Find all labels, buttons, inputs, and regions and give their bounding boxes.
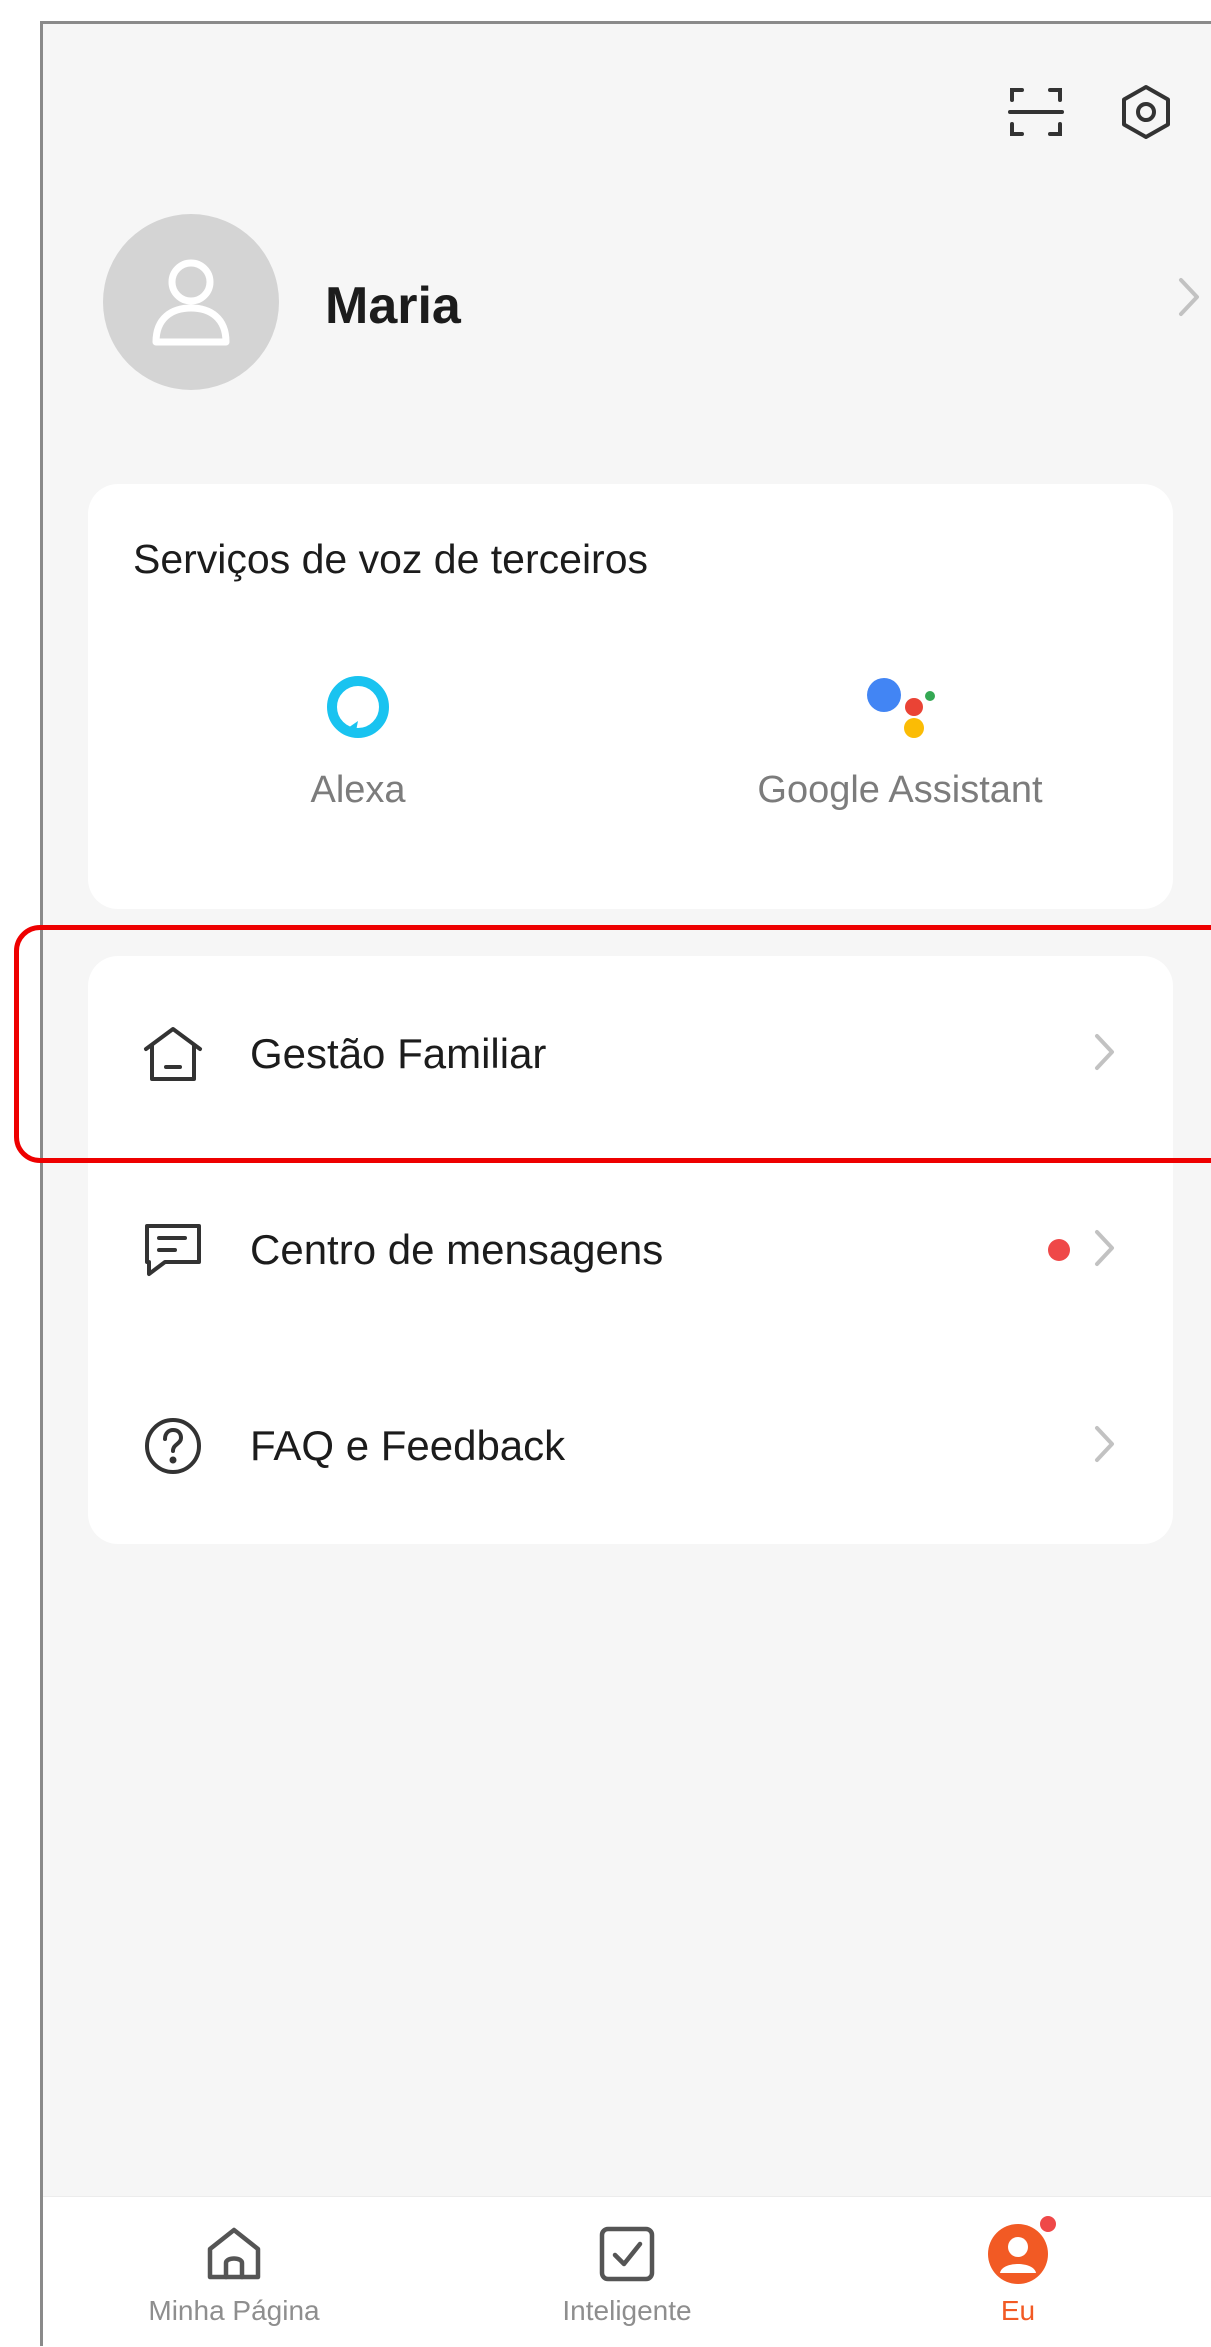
chevron-right-icon <box>1090 1030 1118 1079</box>
bottom-tab-bar: Minha Página Inteligente Eu <box>43 2196 1211 2346</box>
chevron-right-icon <box>1090 1226 1118 1275</box>
tab-inteligente[interactable]: Inteligente <box>477 2197 777 2347</box>
google-assistant-label: Google Assistant <box>757 769 1043 811</box>
help-circle-icon <box>138 1411 208 1481</box>
app-screen: Maria Serviços de voz de terceiros Alexa <box>40 21 1211 2346</box>
chevron-right-icon <box>1090 1422 1118 1471</box>
avatar <box>103 214 279 390</box>
notification-badge <box>1048 1239 1070 1261</box>
tab-label: Minha Página <box>148 2295 320 2326</box>
profile-row[interactable]: Maria <box>103 214 1203 394</box>
menu-item-faq-feedback[interactable]: FAQ e Feedback <box>88 1348 1173 1544</box>
chevron-right-icon <box>1173 274 1203 325</box>
message-icon <box>138 1215 208 1285</box>
menu-item-label: Gestão Familiar <box>250 1030 547 1077</box>
alexa-label: Alexa <box>310 769 406 811</box>
home-tab-icon <box>199 2219 269 2289</box>
settings-icon[interactable] <box>1113 79 1179 145</box>
tab-label: Inteligente <box>562 2295 692 2326</box>
profile-tab-icon <box>983 2213 1059 2289</box>
menu-item-label: FAQ e Feedback <box>250 1422 566 1469</box>
menu-item-message-center[interactable]: Centro de mensagens <box>88 1152 1173 1348</box>
google-assistant-icon <box>864 674 936 745</box>
google-assistant-service[interactable]: Google Assistant <box>700 674 1100 844</box>
scan-icon[interactable] <box>1003 79 1069 145</box>
menu-card: Gestão Familiar Centro de mensagens FAQ … <box>88 956 1173 1544</box>
voice-services-title: Serviços de voz de terceiros <box>133 536 649 582</box>
checkbox-tab-icon <box>592 2219 662 2289</box>
menu-item-label: Centro de mensagens <box>250 1226 664 1273</box>
voice-services-card: Serviços de voz de terceiros Alexa Googl… <box>88 484 1173 909</box>
menu-item-family-management[interactable]: Gestão Familiar <box>88 956 1173 1152</box>
tab-label: Eu <box>1000 2295 1036 2326</box>
profile-name: Maria <box>325 277 461 335</box>
tab-minha-pagina[interactable]: Minha Página <box>84 2197 384 2347</box>
alexa-service[interactable]: Alexa <box>158 674 558 844</box>
notification-badge <box>1037 2213 1059 2235</box>
home-icon <box>138 1019 208 1089</box>
alexa-icon <box>325 674 391 745</box>
tab-eu[interactable]: Eu <box>868 2197 1168 2347</box>
